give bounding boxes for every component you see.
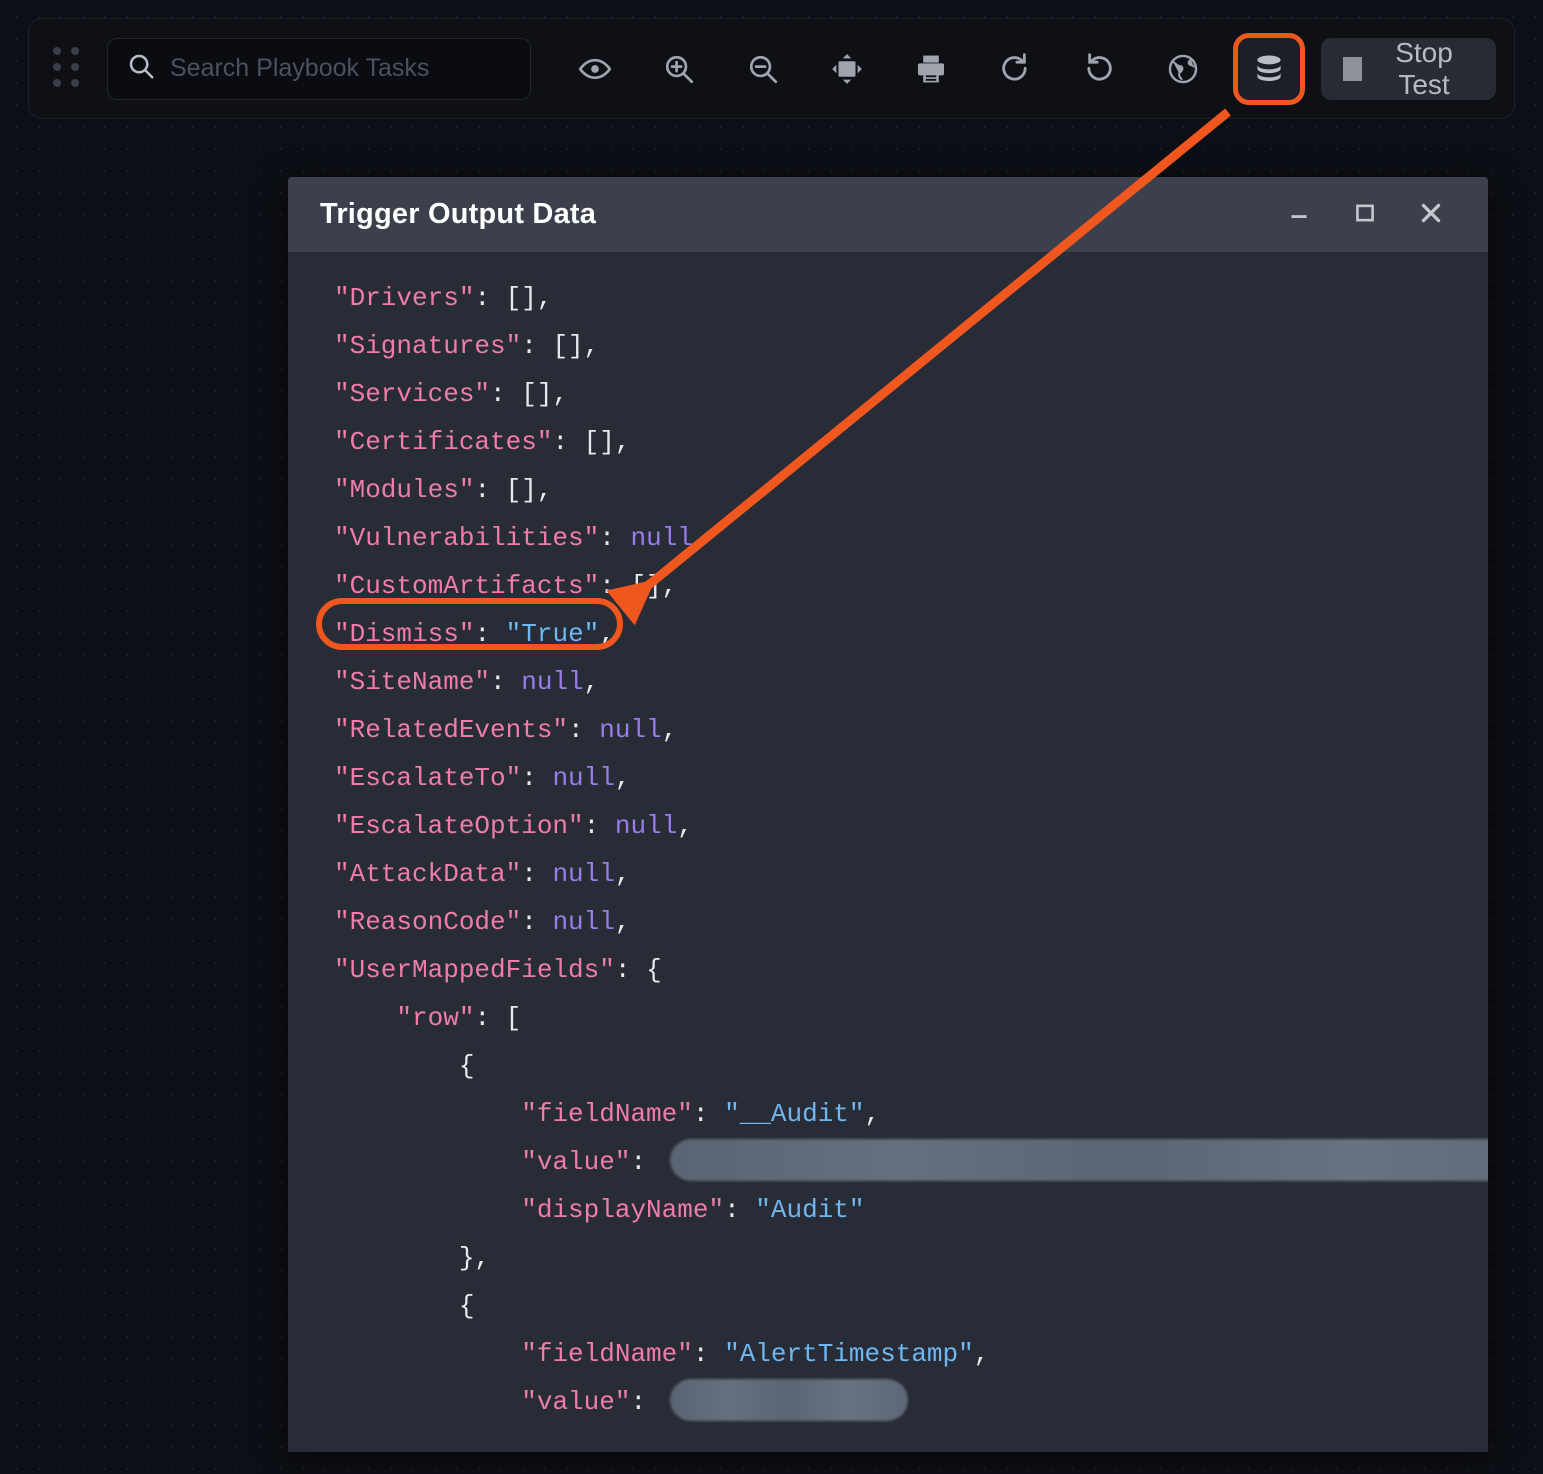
annotation-arrow bbox=[606, 108, 1231, 626]
app-root: Stop Test Trigger Output Data bbox=[0, 0, 1543, 1474]
annotation-arrow-layer bbox=[606, 108, 1231, 626]
